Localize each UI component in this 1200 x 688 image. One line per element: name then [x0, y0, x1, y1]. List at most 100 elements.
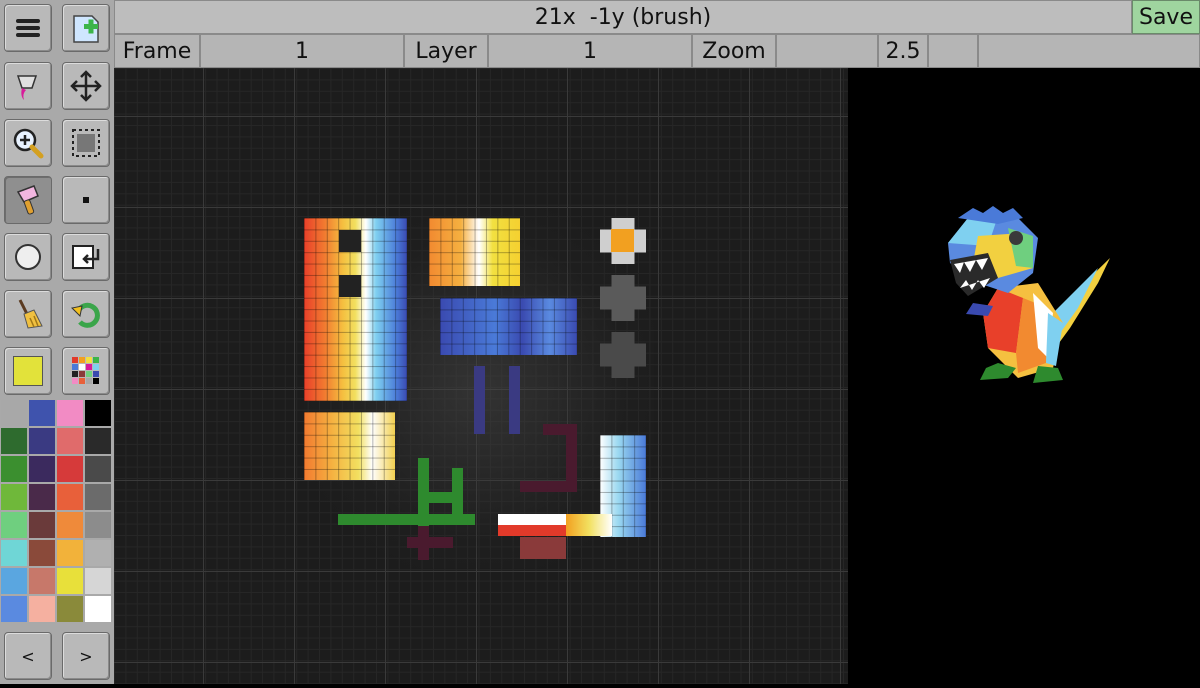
select-tool-button[interactable]	[62, 119, 110, 167]
zoom-tool-button[interactable]	[4, 119, 52, 167]
palette-grid-cell	[79, 364, 85, 370]
frame-label: Frame	[114, 34, 200, 68]
new-document-icon	[73, 15, 99, 43]
move-arrows-icon	[70, 70, 102, 102]
pixel-region-orange-yellow	[429, 218, 520, 286]
layer-label: Layer	[404, 34, 488, 68]
palette-swatch[interactable]	[85, 568, 111, 594]
palette-swatch[interactable]	[85, 540, 111, 566]
palette-swatch[interactable]	[57, 484, 83, 510]
return-arrow-icon	[72, 245, 100, 269]
palette-swatch[interactable]	[57, 400, 83, 426]
palette-swatch[interactable]	[85, 400, 111, 426]
palette-swatch[interactable]	[29, 456, 55, 482]
layer-value[interactable]: 1	[488, 34, 692, 68]
pixel-region-maroon	[418, 526, 429, 560]
palette-swatch[interactable]	[57, 596, 83, 622]
paintbrush-icon	[16, 185, 39, 215]
zoom-label: Zoom	[692, 34, 776, 68]
undo-button[interactable]	[62, 290, 110, 338]
palette-grid-cell	[72, 364, 78, 370]
palette-swatch[interactable]	[1, 400, 27, 426]
palette-swatch[interactable]	[1, 428, 27, 454]
palette-swatch[interactable]	[29, 568, 55, 594]
pixel-dark-notch	[339, 275, 361, 297]
palette-grid-cell	[93, 371, 99, 377]
color-palette	[1, 400, 113, 626]
menu-button[interactable]	[4, 4, 52, 52]
palette-swatch[interactable]	[85, 596, 111, 622]
broom-icon	[18, 299, 43, 329]
palette-grid-cell	[72, 357, 78, 363]
circle-icon	[15, 244, 41, 270]
pixel-region-green	[338, 514, 475, 525]
palette-grid-cell	[86, 364, 92, 370]
palette-swatch[interactable]	[1, 596, 27, 622]
palette-next-button[interactable]: >	[62, 632, 110, 680]
palette-grid-cell	[93, 378, 99, 384]
palette-swatch[interactable]	[29, 596, 55, 622]
palette-button[interactable]	[62, 347, 110, 395]
undo-arrow-icon	[70, 302, 100, 328]
frame-value[interactable]: 1	[200, 34, 404, 68]
dinosaur-sprite-image	[948, 206, 1110, 383]
palette-swatch[interactable]	[29, 484, 55, 510]
palette-grid-cell	[79, 371, 85, 377]
export-button[interactable]	[62, 233, 110, 281]
new-file-button[interactable]	[62, 4, 110, 52]
pixel-region-brown-bar	[520, 537, 566, 559]
palette-grid-icon	[72, 357, 99, 384]
palette-swatch[interactable]	[1, 540, 27, 566]
selection-box-icon	[72, 129, 100, 157]
palette-swatch[interactable]	[57, 456, 83, 482]
current-color-swatch	[13, 356, 43, 386]
current-color-button[interactable]	[4, 347, 52, 395]
infobar-blank-cell	[978, 34, 1200, 68]
palette-swatch[interactable]	[85, 428, 111, 454]
palette-swatch[interactable]	[85, 456, 111, 482]
zoom-value[interactable]: 2.5	[878, 34, 928, 68]
palette-swatch[interactable]	[29, 428, 55, 454]
pixel-size-button[interactable]	[62, 176, 110, 224]
pixel-dot-orange-center	[611, 229, 634, 252]
pixel-region-maroon	[566, 424, 577, 481]
palette-prev-button[interactable]: <	[4, 632, 52, 680]
palette-swatch[interactable]	[29, 540, 55, 566]
dot-icon	[83, 197, 89, 203]
palette-grid-cell	[93, 357, 99, 363]
info-bar: Frame 1 Layer 1 Zoom 2.5	[114, 34, 1200, 68]
pixel-canvas[interactable]	[114, 68, 848, 684]
sprite-preview	[848, 68, 1200, 684]
palette-swatch[interactable]	[57, 512, 83, 538]
brush-tool-button[interactable]	[4, 176, 52, 224]
zoom-spacer	[776, 34, 878, 68]
palette-swatch[interactable]	[1, 568, 27, 594]
palette-grid-cell	[79, 357, 85, 363]
palette-swatch[interactable]	[1, 512, 27, 538]
shape-tool-button[interactable]	[4, 233, 52, 281]
move-tool-button[interactable]	[62, 62, 110, 110]
pixel-region-green	[429, 492, 463, 503]
tool-sidebar: < >	[0, 0, 114, 684]
palette-swatch[interactable]	[1, 484, 27, 510]
palette-grid-cell	[86, 378, 92, 384]
eraser-tool-button[interactable]	[4, 290, 52, 338]
pixel-region-maroon	[407, 537, 453, 548]
pixel-region-blue	[440, 298, 577, 355]
palette-swatch[interactable]	[57, 568, 83, 594]
palette-swatch[interactable]	[1, 456, 27, 482]
palette-grid-cell	[86, 357, 92, 363]
save-button[interactable]: Save	[1132, 0, 1200, 34]
magnifier-plus-icon	[13, 128, 44, 159]
pixel-region-green	[418, 458, 429, 526]
palette-swatch[interactable]	[29, 400, 55, 426]
palette-swatch[interactable]	[85, 484, 111, 510]
pixel-region-rainbow-short	[304, 412, 395, 480]
palette-grid-cell	[72, 378, 78, 384]
palette-swatch[interactable]	[29, 512, 55, 538]
pixel-region-hook-base	[566, 514, 612, 536]
palette-swatch[interactable]	[57, 428, 83, 454]
palette-swatch[interactable]	[57, 540, 83, 566]
palette-swatch[interactable]	[85, 512, 111, 538]
fill-tool-button[interactable]	[4, 62, 52, 110]
